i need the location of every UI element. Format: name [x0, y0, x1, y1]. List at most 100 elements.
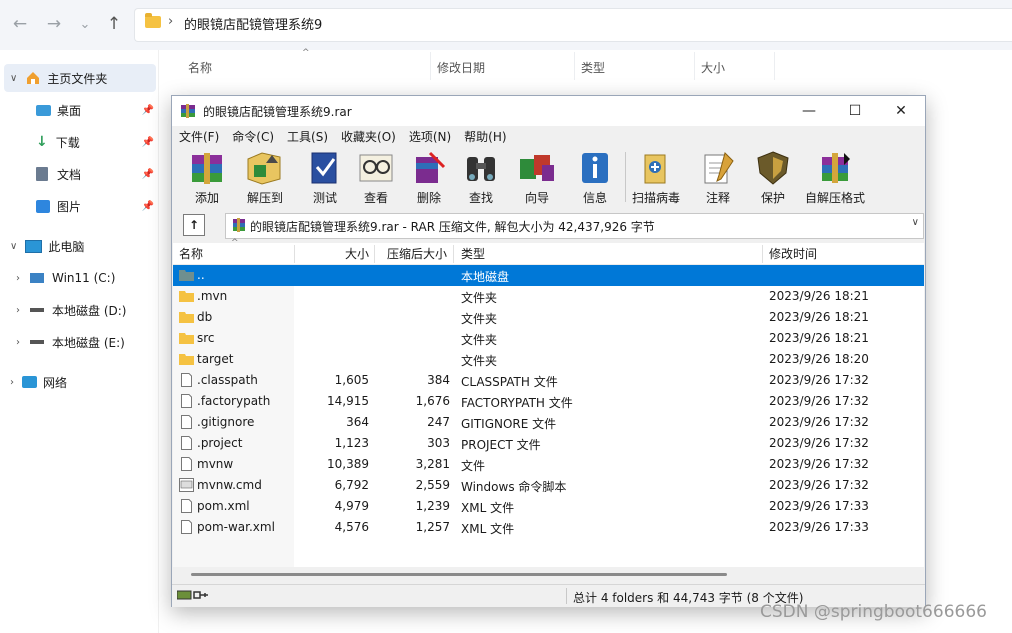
table-row[interactable]: .gitignore 364 247 GITIGNORE 文件 2023/9/26 17… — [173, 412, 924, 433]
sidebar-label: 本地磁盘 (D:) — [52, 303, 127, 318]
toolbar-sfx-button[interactable]: 自解压格式 — [805, 149, 865, 207]
recent-locations-button[interactable]: ⌄ — [74, 13, 96, 35]
toolbar-virus-scan-button[interactable]: 扫描病毒 — [632, 149, 680, 207]
table-row[interactable]: mvnw.cmd 6,792 2,559 Windows 命令脚本 2023/9/26 … — [173, 475, 924, 496]
cell-type: PROJECT 文件 — [461, 438, 541, 452]
cell-name: .classpath — [197, 373, 258, 387]
chevron-down-icon[interactable]: ∨ — [10, 73, 17, 84]
add-icon — [192, 153, 222, 184]
toolbar-view-button[interactable]: 查看 — [355, 149, 397, 207]
table-row[interactable]: pom-war.xml 4,576 1,257 XML 文件 2023/9/26 17:… — [173, 517, 924, 538]
list-header-name[interactable]: 名称 — [179, 243, 203, 264]
cell-modified: 2023/9/26 18:20 — [769, 352, 869, 366]
scrollbar-thumb[interactable] — [191, 573, 727, 576]
table-row[interactable]: pom.xml 4,979 1,239 XML 文件 2023/9/26 17:33 — [173, 496, 924, 517]
cell-size: 14,915 — [327, 394, 369, 408]
cell-modified: 2023/9/26 17:32 — [769, 478, 869, 492]
sidebar-item-drive-e[interactable]: › 本地磁盘 (E:) — [16, 329, 125, 355]
cell-size: 4,979 — [334, 499, 369, 513]
table-row[interactable]: src 文件夹 2023/9/26 18:21 — [173, 328, 924, 349]
sidebar-item-documents[interactable]: 文档 📌 — [36, 161, 154, 187]
chevron-right-icon[interactable]: › — [10, 377, 14, 388]
table-row[interactable]: .factorypath 14,915 1,676 FACTORYPATH 文件 202… — [173, 391, 924, 412]
sidebar-item-home[interactable]: ∨ 主页文件夹 — [10, 65, 107, 91]
cell-modified: 2023/9/26 17:33 — [769, 520, 869, 534]
table-row[interactable]: .classpath 1,605 384 CLASSPATH 文件 2023/9/26 … — [173, 370, 924, 391]
maximize-button[interactable]: ☐ — [832, 96, 878, 126]
chevron-right-icon[interactable]: › — [16, 273, 20, 284]
sidebar-item-pictures[interactable]: 图片 📌 — [36, 193, 154, 219]
column-header-type[interactable]: 类型 — [581, 56, 605, 78]
list-header-type[interactable]: 类型 — [461, 243, 485, 264]
menu-commands[interactable]: 命令(C) — [225, 128, 280, 145]
breadcrumb-current[interactable]: 的眼镜店配镜管理系统9 — [184, 14, 322, 33]
cell-name: .gitignore — [197, 415, 255, 429]
toolbar-protect-button[interactable]: 保护 — [752, 149, 794, 207]
toolbar-wizard-button[interactable]: 向导 — [516, 149, 558, 207]
menu-help[interactable]: 帮助(H) — [457, 128, 512, 145]
title-bar[interactable]: 的眼镜店配镜管理系统9.rar — ☐ ✕ — [172, 96, 925, 126]
table-row[interactable]: mvnw 10,389 3,281 文件 2023/9/26 17:32 — [173, 454, 924, 475]
toolbar-extract-button[interactable]: 解压到 — [244, 149, 286, 207]
menu-tools[interactable]: 工具(S) — [280, 128, 334, 145]
up-button[interactable]: ↑ — [103, 13, 125, 35]
maximize-icon: ☐ — [848, 103, 862, 119]
column-header-modified[interactable]: 修改日期 — [437, 56, 485, 78]
chevron-down-icon[interactable]: ∨ — [10, 241, 17, 252]
sidebar-item-network[interactable]: › 网络 — [10, 369, 67, 395]
back-button[interactable]: ← — [9, 13, 31, 35]
file-icon — [181, 436, 192, 450]
file-icon — [181, 520, 192, 534]
cell-name: .mvn — [197, 289, 228, 303]
sidebar-item-downloads[interactable]: ↓ 下载 📌 — [36, 129, 154, 155]
table-row[interactable]: .project 1,123 303 PROJECT 文件 2023/9/26 17:3… — [173, 433, 924, 454]
menu-options[interactable]: 选项(N) — [402, 128, 457, 145]
cell-packed: 247 — [427, 415, 450, 429]
chevron-right-icon[interactable]: › — [16, 337, 20, 348]
toolbar-find-button[interactable]: 查找 — [460, 149, 502, 207]
horizontal-scrollbar[interactable] — [173, 567, 924, 582]
info-icon — [582, 153, 608, 183]
up-one-level-button[interactable]: ↑ — [183, 214, 205, 236]
chevron-down-icon[interactable]: ∨ — [912, 217, 919, 228]
windows-drive-icon — [30, 273, 44, 283]
menu-bar: 文件(F) 命令(C) 工具(S) 收藏夹(O) 选项(N) 帮助(H) — [172, 126, 925, 146]
folder-icon — [179, 291, 194, 302]
minimize-button[interactable]: — — [786, 96, 832, 126]
table-row[interactable]: target 文件夹 2023/9/26 18:20 — [173, 349, 924, 370]
toolbar-add-button[interactable]: 添加 — [186, 149, 228, 207]
forward-button[interactable]: → — [43, 13, 65, 35]
chevron-right-icon[interactable]: › — [16, 305, 20, 316]
toolbar-label: 查找 — [468, 191, 493, 205]
pin-icon: 📌 — [141, 200, 154, 212]
menu-file[interactable]: 文件(F) — [172, 128, 225, 145]
toolbar-test-button[interactable]: 测试 — [304, 149, 346, 207]
extract-icon — [247, 152, 281, 185]
list-header-size[interactable]: 大小 — [345, 243, 369, 264]
column-header-name[interactable]: 名称 — [188, 56, 212, 78]
cell-type: 文件夹 — [461, 312, 498, 326]
toolbar-info-button[interactable]: 信息 — [574, 149, 616, 207]
table-row[interactable]: db 文件夹 2023/9/26 18:21 — [173, 307, 924, 328]
folder-icon — [179, 312, 194, 323]
table-row[interactable]: .. 本地磁盘 — [173, 265, 924, 286]
menu-favorites[interactable]: 收藏夹(O) — [334, 128, 402, 145]
table-row[interactable]: .mvn 文件夹 2023/9/26 18:21 — [173, 286, 924, 307]
sidebar-item-drive-c[interactable]: › Win11 (C:) — [16, 265, 115, 291]
archive-path-text: 的眼镜店配镜管理系统9.rar - RAR 压缩文件, 解包大小为 42,437… — [250, 220, 655, 234]
sidebar-item-drive-d[interactable]: › 本地磁盘 (D:) — [16, 297, 126, 323]
sidebar-item-desktop[interactable]: 桌面 📌 — [36, 97, 154, 123]
cell-packed: 1,257 — [415, 520, 450, 534]
sidebar-item-this-pc[interactable]: ∨ 此电脑 — [10, 233, 84, 259]
close-button[interactable]: ✕ — [878, 96, 924, 126]
archive-path-combo[interactable]: 的眼镜店配镜管理系统9.rar - RAR 压缩文件, 解包大小为 42,437… — [225, 213, 924, 239]
toolbar-label: 保护 — [760, 191, 785, 205]
list-header-packed[interactable]: 压缩后大小 — [387, 243, 447, 264]
toolbar-delete-button[interactable]: 删除 — [408, 149, 450, 207]
cell-size: 1,605 — [334, 373, 369, 387]
toolbar-comment-button[interactable]: 注释 — [697, 149, 739, 207]
list-header-modified[interactable]: 修改时间 — [769, 243, 817, 264]
document-icon — [36, 167, 48, 181]
cell-name: pom-war.xml — [197, 520, 275, 534]
column-header-size[interactable]: 大小 — [701, 56, 725, 78]
